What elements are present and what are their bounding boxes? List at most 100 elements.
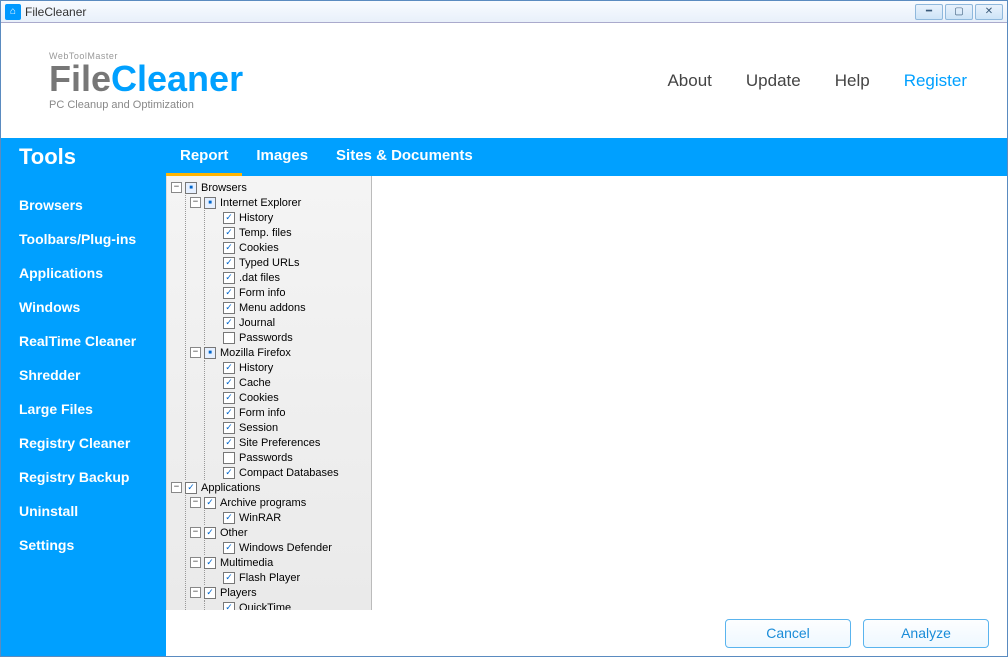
tree-label[interactable]: Internet Explorer: [220, 197, 301, 209]
sidebar-item-registry-cleaner[interactable]: Registry Cleaner: [1, 426, 166, 460]
tree-row[interactable]: Site Preferences: [209, 435, 371, 450]
tree-label[interactable]: .dat files: [239, 272, 280, 284]
tab-images[interactable]: Images: [242, 138, 322, 176]
tree-checkbox[interactable]: [204, 527, 216, 539]
expand-icon[interactable]: −: [171, 182, 182, 193]
tree-label[interactable]: Passwords: [239, 332, 293, 344]
tree-row[interactable]: − Applications: [171, 480, 371, 495]
tree-row[interactable]: Menu addons: [209, 300, 371, 315]
tree-checkbox[interactable]: [204, 347, 216, 359]
tree-checkbox[interactable]: [223, 332, 235, 344]
register-link[interactable]: Register: [904, 71, 967, 91]
tree-checkbox[interactable]: [223, 467, 235, 479]
tree-row[interactable]: Flash Player: [209, 570, 371, 585]
tree-row[interactable]: Passwords: [209, 450, 371, 465]
update-link[interactable]: Update: [746, 71, 801, 91]
tree-row[interactable]: Journal: [209, 315, 371, 330]
sidebar-item-realtime-cleaner[interactable]: RealTime Cleaner: [1, 324, 166, 358]
tree-label[interactable]: Windows Defender: [239, 542, 332, 554]
tree-label[interactable]: Other: [220, 527, 248, 539]
tree-label[interactable]: Temp. files: [239, 227, 292, 239]
tree-label[interactable]: Form info: [239, 287, 285, 299]
analyze-button[interactable]: Analyze: [863, 619, 989, 648]
tree-row[interactable]: Passwords: [209, 330, 371, 345]
tree-row[interactable]: − Other: [190, 525, 371, 540]
tree-row[interactable]: Compact Databases: [209, 465, 371, 480]
tab-report[interactable]: Report: [166, 138, 242, 176]
tree-label[interactable]: Journal: [239, 317, 275, 329]
tree-label[interactable]: Form info: [239, 407, 285, 419]
sidebar-item-windows[interactable]: Windows: [1, 290, 166, 324]
tree-checkbox[interactable]: [223, 572, 235, 584]
tree-row[interactable]: .dat files: [209, 270, 371, 285]
tree-row[interactable]: Form info: [209, 405, 371, 420]
tree-row[interactable]: Form info: [209, 285, 371, 300]
minimize-button[interactable]: ━: [915, 4, 943, 20]
tree-checkbox[interactable]: [223, 362, 235, 374]
sidebar-item-settings[interactable]: Settings: [1, 528, 166, 562]
tree-label[interactable]: Applications: [201, 482, 260, 494]
tree-label[interactable]: QuickTime: [239, 602, 291, 611]
tree-label[interactable]: History: [239, 212, 273, 224]
tree-checkbox[interactable]: [223, 377, 235, 389]
tree-checkbox[interactable]: [185, 182, 197, 194]
tree-row[interactable]: − Archive programs: [190, 495, 371, 510]
maximize-button[interactable]: ▢: [945, 4, 973, 20]
tree-checkbox[interactable]: [204, 587, 216, 599]
tree-row[interactable]: Session: [209, 420, 371, 435]
expand-icon[interactable]: −: [190, 197, 201, 208]
tree-label[interactable]: Cache: [239, 377, 271, 389]
expand-icon[interactable]: −: [190, 497, 201, 508]
cancel-button[interactable]: Cancel: [725, 619, 851, 648]
content-pane[interactable]: [372, 176, 1007, 610]
tree-label[interactable]: Session: [239, 422, 278, 434]
expand-icon[interactable]: −: [171, 482, 182, 493]
tree-checkbox[interactable]: [223, 272, 235, 284]
tree-pane[interactable]: −Browsers−Internet ExplorerHistoryTemp. …: [167, 176, 372, 610]
tree-checkbox[interactable]: [223, 302, 235, 314]
tree-checkbox[interactable]: [223, 422, 235, 434]
tree-checkbox[interactable]: [204, 557, 216, 569]
tree-label[interactable]: Multimedia: [220, 557, 273, 569]
tree-label[interactable]: Passwords: [239, 452, 293, 464]
tree-checkbox[interactable]: [185, 482, 197, 494]
tree-label[interactable]: Mozilla Firefox: [220, 347, 291, 359]
tree-checkbox[interactable]: [223, 257, 235, 269]
sidebar-item-toolbars-plug-ins[interactable]: Toolbars/Plug-ins: [1, 222, 166, 256]
tree-row[interactable]: Cookies: [209, 240, 371, 255]
tree-row[interactable]: − Multimedia: [190, 555, 371, 570]
tree-label[interactable]: WinRAR: [239, 512, 281, 524]
tree-checkbox[interactable]: [223, 212, 235, 224]
tree-label[interactable]: Compact Databases: [239, 467, 339, 479]
tree-row[interactable]: Temp. files: [209, 225, 371, 240]
tree-label[interactable]: History: [239, 362, 273, 374]
tree-row[interactable]: QuickTime: [209, 600, 371, 610]
tree-label[interactable]: Menu addons: [239, 302, 306, 314]
sidebar-item-shredder[interactable]: Shredder: [1, 358, 166, 392]
expand-icon[interactable]: −: [190, 557, 201, 568]
tree-checkbox[interactable]: [223, 602, 235, 611]
tree-label[interactable]: Cookies: [239, 392, 279, 404]
close-button[interactable]: ✕: [975, 4, 1003, 20]
tree-label[interactable]: Archive programs: [220, 497, 306, 509]
tree-label[interactable]: Cookies: [239, 242, 279, 254]
tree-checkbox[interactable]: [223, 242, 235, 254]
tree-checkbox[interactable]: [223, 227, 235, 239]
tree-checkbox[interactable]: [223, 392, 235, 404]
tree-label[interactable]: Site Preferences: [239, 437, 320, 449]
expand-icon[interactable]: −: [190, 347, 201, 358]
tree-row[interactable]: History: [209, 210, 371, 225]
tree-checkbox[interactable]: [223, 407, 235, 419]
sidebar-item-browsers[interactable]: Browsers: [1, 188, 166, 222]
sidebar-item-large-files[interactable]: Large Files: [1, 392, 166, 426]
tree-row[interactable]: History: [209, 360, 371, 375]
sidebar-item-registry-backup[interactable]: Registry Backup: [1, 460, 166, 494]
tree-row[interactable]: WinRAR: [209, 510, 371, 525]
tree-label[interactable]: Players: [220, 587, 257, 599]
sidebar-item-applications[interactable]: Applications: [1, 256, 166, 290]
tree-row[interactable]: Cache: [209, 375, 371, 390]
tree-row[interactable]: Windows Defender: [209, 540, 371, 555]
tree-checkbox[interactable]: [223, 512, 235, 524]
tree-checkbox[interactable]: [223, 287, 235, 299]
expand-icon[interactable]: −: [190, 527, 201, 538]
